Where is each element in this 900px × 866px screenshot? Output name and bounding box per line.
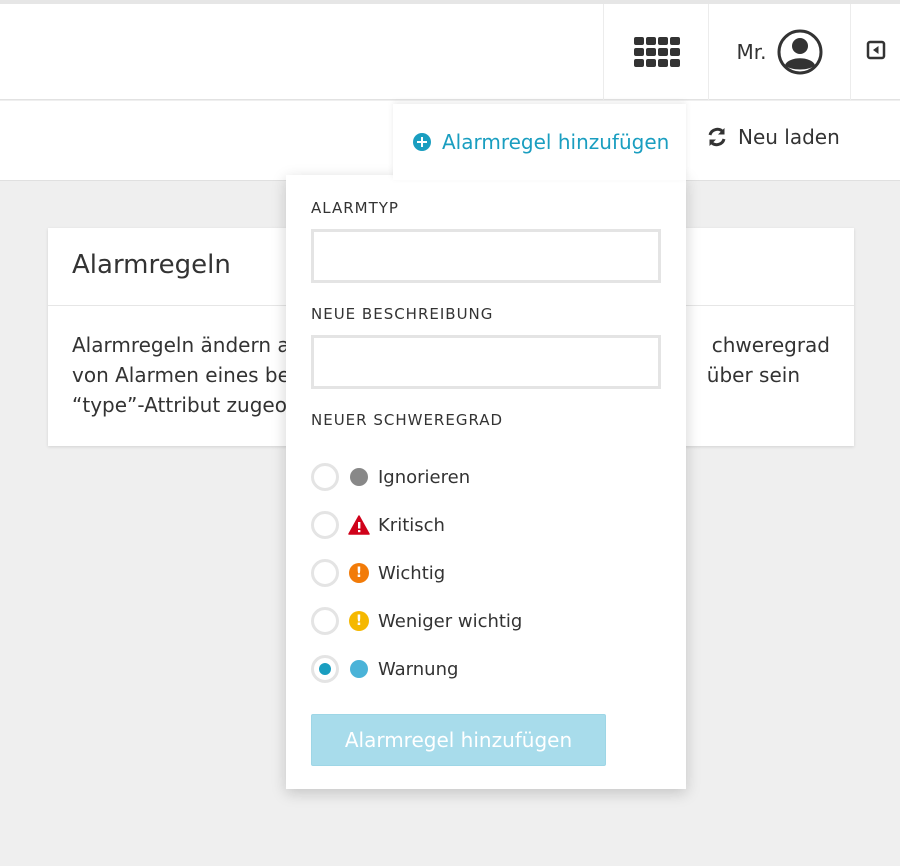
add-alarm-rule-dropdown: ALARMTYP NEUE BESCHREIBUNG NEUER SCHWERE… [286, 175, 686, 789]
radio-button[interactable] [311, 607, 339, 635]
orange-exclamation-icon: ! [348, 562, 370, 584]
reload-button[interactable]: Neu laden [706, 122, 840, 152]
gray-dot-icon [348, 466, 370, 488]
severity-option-warning[interactable]: Warnung [311, 645, 661, 693]
description-line-2: von Alarmen eines be [72, 363, 290, 387]
add-alarm-rule-label: Alarmregel hinzufügen [442, 130, 670, 154]
alarm-type-label: ALARMTYP [311, 199, 399, 217]
severity-option-label: Ignorieren [378, 466, 471, 488]
radio-button-selected[interactable] [311, 655, 339, 683]
submit-alarm-rule-button[interactable]: Alarmregel hinzufügen [311, 714, 606, 766]
collapse-panel-button[interactable] [850, 4, 900, 100]
severity-option-label: Kritisch [378, 514, 445, 536]
radio-button[interactable] [311, 559, 339, 587]
yellow-exclamation-icon: ! [348, 610, 370, 632]
user-avatar-icon [777, 29, 823, 75]
alarm-type-input[interactable] [311, 229, 661, 283]
top-header: Mr. [0, 0, 900, 100]
radio-button[interactable] [311, 463, 339, 491]
user-menu-button[interactable]: Mr. [708, 4, 850, 100]
severity-label: NEUER SCHWEREGRAD [311, 411, 504, 429]
severity-option-ignore[interactable]: Ignorieren [311, 453, 661, 501]
warning-triangle-icon [348, 514, 370, 536]
severity-option-critical[interactable]: Kritisch [311, 501, 661, 549]
description-line-2-right: über sein [706, 363, 800, 387]
severity-option-label: Wichtig [378, 562, 446, 584]
description-line-1-right: chweregrad [711, 333, 830, 357]
user-name: Mr. [736, 40, 767, 64]
description-label: NEUE BESCHREIBUNG [311, 305, 494, 323]
severity-option-label: Weniger wichtig [378, 610, 523, 632]
description-line-3: “type”-Attribut zugeor [72, 393, 296, 417]
refresh-icon [708, 127, 726, 147]
severity-option-minor[interactable]: ! Weniger wichtig [311, 597, 661, 645]
plus-circle-icon [413, 133, 431, 151]
severity-option-label: Warnung [378, 658, 459, 680]
add-alarm-rule-button[interactable]: Alarmregel hinzufügen [393, 104, 686, 180]
collapse-panel-icon [866, 40, 886, 64]
app-switcher-button[interactable] [603, 4, 709, 100]
severity-option-major[interactable]: ! Wichtig [311, 549, 661, 597]
blue-dot-icon [348, 658, 370, 680]
app-grid-icon [633, 37, 680, 67]
radio-button[interactable] [311, 511, 339, 539]
severity-radio-group: Ignorieren Kritisch ! Wichtig ! Weniger … [311, 453, 661, 693]
description-line-1: Alarmregeln ändern a [72, 333, 290, 357]
description-input[interactable] [311, 335, 661, 389]
reload-label: Neu laden [738, 125, 840, 149]
